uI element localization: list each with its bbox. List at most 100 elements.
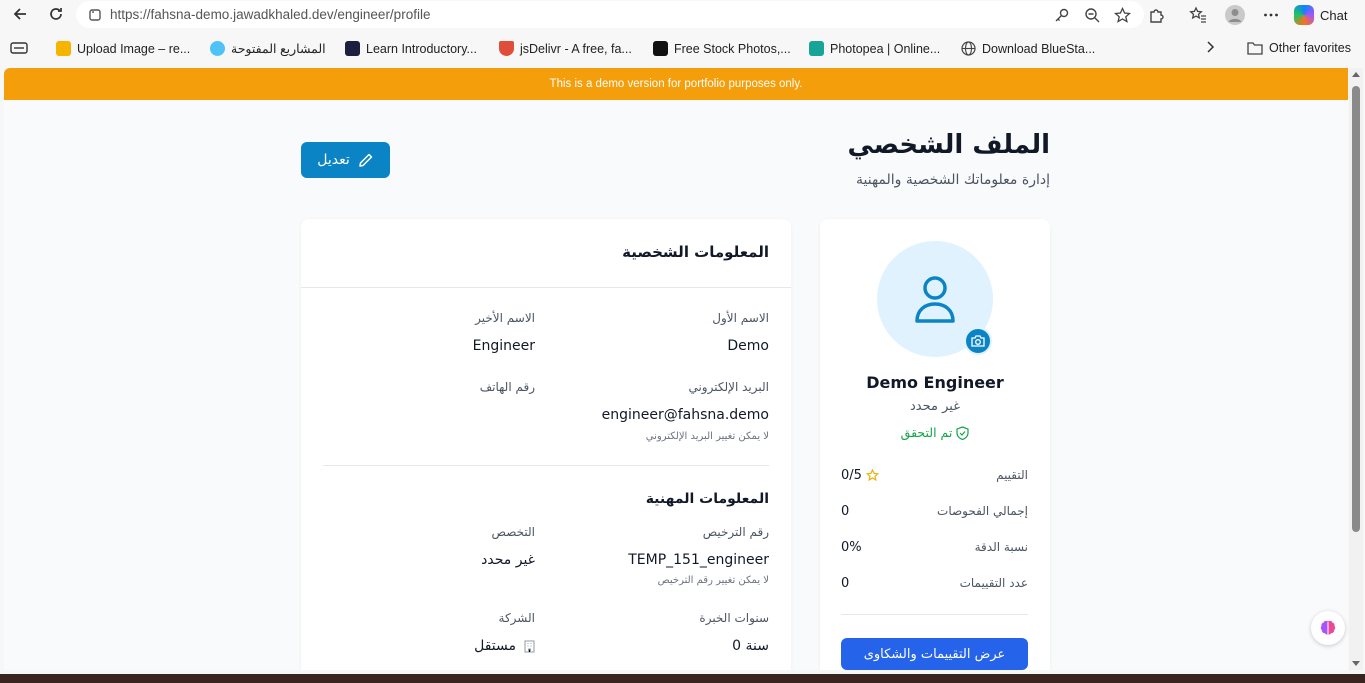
favorite-item-learn-introductory[interactable]: Learn Introductory...: [345, 41, 477, 56]
specialization-label: التخصص: [491, 525, 535, 539]
page-scrollbar[interactable]: [1349, 68, 1363, 670]
user-placeholder-icon: [915, 276, 955, 323]
ai-assistant-button[interactable]: [1311, 611, 1345, 645]
favorite-item-free-stock-photos[interactable]: Free Stock Photos,...: [653, 41, 791, 56]
last-name-label: الاسم الأخير: [475, 311, 535, 325]
favorite-item-upload-image[interactable]: Upload Image – re...: [56, 41, 190, 56]
os-taskbar: [0, 674, 1365, 683]
pexels-favicon: [653, 41, 668, 56]
reviews-button-label: عرض التقييمات والشكاوى: [863, 646, 1006, 662]
edit-profile-button[interactable]: تعديل: [301, 142, 390, 178]
email-label: البريد الإلكتروني: [688, 380, 769, 394]
card-divider: [841, 614, 1028, 615]
license-hint: لا يمكن تغيير رقم الترخيص: [657, 575, 769, 586]
favorites-list-icon: [1189, 6, 1206, 23]
favorite-label: Free Stock Photos,...: [674, 41, 791, 56]
verified-badge: تم التحقق: [820, 425, 1050, 440]
profile-button[interactable]: [1224, 2, 1246, 28]
favorite-item-bluestacks[interactable]: Download BlueSta...: [961, 41, 1095, 56]
chevron-right-icon: [1207, 41, 1215, 53]
license-value: TEMP_151_engineer: [628, 552, 769, 568]
change-photo-button[interactable]: [964, 327, 992, 355]
page-info-icon: [89, 8, 101, 21]
extensions-button[interactable]: [1148, 2, 1166, 28]
page-viewport: This is a demo version for portfolio pur…: [4, 68, 1348, 670]
stat-value: 0/5: [841, 468, 879, 483]
favorite-label: Photopea | Online...: [830, 41, 941, 56]
stat-review-count: عدد التقييمات 0: [841, 573, 1028, 593]
demo-banner: This is a demo version for portfolio pur…: [4, 68, 1348, 100]
card-header: المعلومات الشخصية: [301, 219, 791, 288]
stat-rating: التقييم 0/5: [841, 465, 1028, 485]
reload-icon: [50, 8, 62, 20]
camera-icon: [971, 335, 985, 347]
stat-label: نسبة الدقة: [974, 540, 1028, 554]
more-menu-button[interactable]: [1262, 2, 1280, 28]
edit-label: تعديل: [317, 152, 350, 168]
shield-check-icon: [956, 425, 969, 440]
folder-icon: [1247, 42, 1263, 55]
scroll-down-arrow[interactable]: [1352, 661, 1360, 666]
favorite-item-jsdelivr[interactable]: jsDelivr - A free, fa...: [499, 41, 632, 56]
building-icon: [524, 639, 535, 653]
profile-name: Demo Engineer: [866, 373, 1004, 392]
page-title: الملف الشخصي: [847, 130, 1050, 160]
email-hint: لا يمكن تغيير البريد الإلكتروني: [645, 431, 769, 442]
user-avatar-icon: [1225, 5, 1245, 25]
first-name-label: الاسم الأول: [712, 311, 769, 325]
stat-label: إجمالي الفحوصات: [937, 504, 1028, 518]
favorite-label: Upload Image – re...: [77, 41, 191, 56]
favorites-bar: Upload Image – re... المشاريع المفتوحة L…: [0, 36, 1365, 64]
back-button[interactable]: [7, 1, 33, 27]
browser-toolbar: https://fahsna-demo.jawadkhaled.dev/engi…: [0, 0, 1365, 30]
favorites-overflow-button[interactable]: [1205, 41, 1215, 53]
phone-label: رقم الهاتف: [479, 380, 535, 394]
favorites-button[interactable]: [1189, 2, 1207, 28]
photopea-favicon: [809, 41, 824, 56]
company-value: مستقل: [474, 638, 535, 654]
specialization-value: غير محدد: [481, 552, 535, 568]
section-divider: [323, 465, 769, 466]
favorite-label: المشاريع المفتوحة: [231, 42, 326, 56]
open-projects-favicon: [210, 41, 225, 56]
favorite-item-photopea[interactable]: Photopea | Online...: [809, 41, 940, 56]
back-arrow-icon: [13, 8, 26, 20]
extensions-puzzle-icon: [1150, 9, 1164, 23]
stat-label: عدد التقييمات: [959, 576, 1028, 590]
company-label: الشركة: [498, 611, 535, 625]
favorite-item-open-projects[interactable]: المشاريع المفتوحة: [210, 41, 326, 56]
scroll-thumb[interactable]: [1352, 86, 1360, 532]
pencil-icon: [359, 153, 372, 167]
password-key-icon[interactable]: [1052, 5, 1072, 25]
experience-value: 0 سنة: [732, 638, 769, 654]
learn-favicon: [345, 41, 360, 56]
upload-image-favicon: [56, 41, 71, 56]
view-reviews-button[interactable]: عرض التقييمات والشكاوى: [841, 638, 1028, 670]
page-subtitle: إدارة معلوماتك الشخصية والمهنية: [855, 172, 1050, 188]
copilot-chat-button[interactable]: Chat: [1294, 2, 1347, 28]
stat-total-inspections: إجمالي الفحوصات 0: [841, 501, 1028, 521]
rating-value: 0/5: [841, 467, 862, 483]
scroll-up-arrow[interactable]: [1352, 72, 1360, 77]
profile-specialization: غير محدد: [910, 399, 960, 414]
profile-summary-card: Demo Engineer غير محدد تم التحقق التقييم…: [820, 219, 1050, 670]
zoom-icon[interactable]: [1082, 5, 1102, 25]
other-favorites-label: Other favorites: [1269, 41, 1351, 55]
verified-label: تم التحقق: [900, 425, 953, 440]
first-name-value: Demo: [727, 338, 769, 354]
personal-info-card: المعلومات الشخصية الاسم الأول Demo الاسم…: [301, 219, 791, 670]
demo-banner-text: This is a demo version for portfolio pur…: [549, 78, 803, 90]
address-bar[interactable]: https://fahsna-demo.jawadkhaled.dev/engi…: [76, 1, 1144, 28]
favorites-collections-icon[interactable]: [10, 41, 28, 55]
brain-icon: [1320, 620, 1336, 635]
favorite-label: Learn Introductory...: [366, 41, 477, 56]
chat-label: Chat: [1320, 7, 1348, 23]
globe-icon: [961, 41, 976, 56]
favorite-label: jsDelivr - A free, fa...: [520, 41, 632, 56]
other-favorites-folder[interactable]: Other favorites: [1247, 41, 1351, 55]
stat-label: التقييم: [996, 468, 1028, 482]
favorite-star-icon[interactable]: [1112, 5, 1132, 25]
favorite-label: Download BlueSta...: [982, 41, 1096, 56]
reload-button[interactable]: [43, 1, 69, 27]
personal-info-title: المعلومات الشخصية: [622, 243, 769, 261]
